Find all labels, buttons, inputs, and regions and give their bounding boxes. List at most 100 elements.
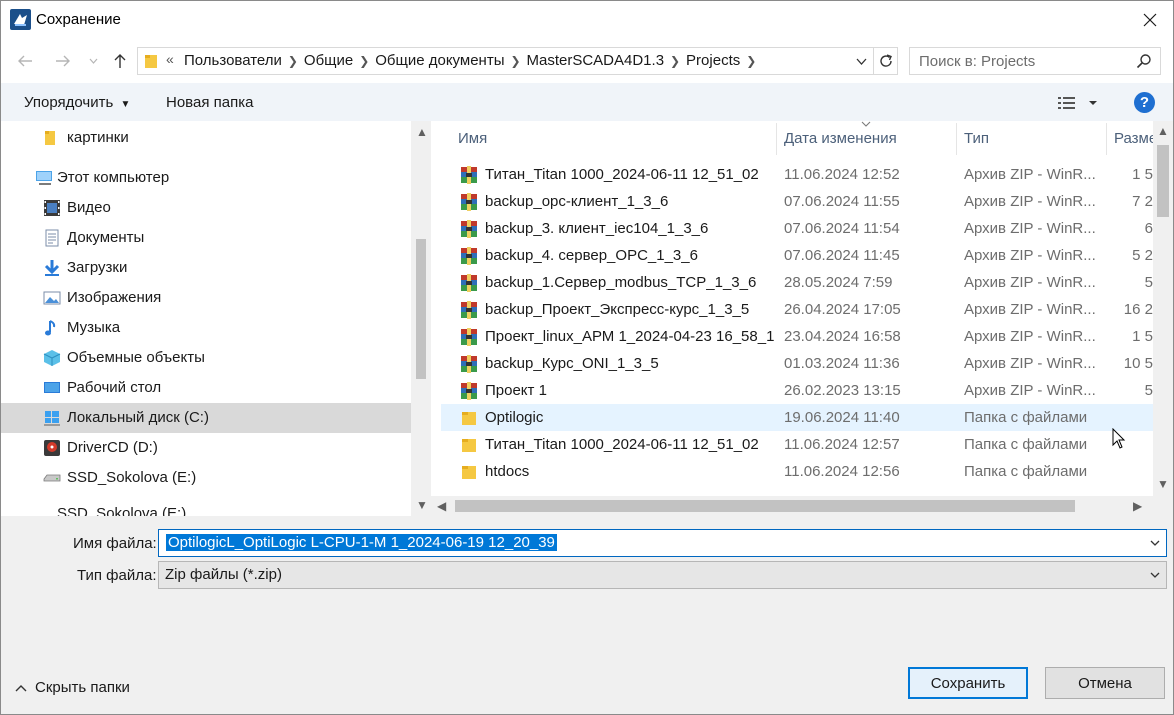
- file-name: backup_4. сервер_OPC_1_3_6: [485, 247, 698, 264]
- close-button[interactable]: [1127, 1, 1173, 39]
- address-overflow[interactable]: «: [166, 51, 174, 67]
- nav-item-3d-objects[interactable]: Объемные объекты: [1, 343, 411, 373]
- new-folder-button[interactable]: Новая папка: [166, 94, 253, 111]
- file-size: 1 5: [1132, 328, 1153, 345]
- hide-folders-toggle[interactable]: Скрыть папки: [15, 679, 130, 696]
- chevron-right-icon[interactable]: ❯: [504, 54, 526, 68]
- file-list-horizontal-scrollbar[interactable]: ◀ ▶: [431, 496, 1173, 516]
- file-row[interactable]: backup_1.Сервер_modbus_TCP_1_3_6 28.05.20…: [441, 269, 1153, 296]
- nav-item-music[interactable]: Музыка: [1, 313, 411, 343]
- file-row[interactable]: htdocs 11.06.2024 12:56 Папка с файлами: [441, 458, 1153, 485]
- filename-value[interactable]: OptilogicL_OptiLogic L-CPU-1-M 1_2024-06…: [166, 534, 557, 551]
- chevron-right-icon[interactable]: ❯: [664, 54, 686, 68]
- chevron-right-icon[interactable]: ❯: [353, 54, 375, 68]
- view-options-icon[interactable]: [1057, 95, 1101, 111]
- breadcrumb-public[interactable]: Общие: [304, 52, 353, 69]
- column-header-type[interactable]: Тип: [964, 121, 1104, 155]
- file-row[interactable]: backup_Курс_ONI_1_3_5 01.03.2024 11:36 Арх…: [441, 350, 1153, 377]
- file-type: Папка с файлами: [964, 463, 1088, 480]
- search-input[interactable]: Поиск в: Projects: [909, 47, 1161, 75]
- nav-label: SSD_Sokolova (E:): [57, 505, 187, 516]
- scroll-down-icon[interactable]: ▼: [1157, 477, 1169, 491]
- file-row[interactable]: backup_3. клиент_iec104_1_3_6 07.06.2024 …: [441, 215, 1153, 242]
- file-name: Титан_Titan 1000_2024-06-11 12_51_02: [485, 166, 759, 183]
- nav-item-desktop[interactable]: Рабочий стол: [1, 373, 411, 403]
- chevron-down-icon[interactable]: [1148, 568, 1162, 582]
- nav-item-documents[interactable]: Документы: [1, 223, 411, 253]
- file-row[interactable]: Optilogic 19.06.2024 11:40 Папка с файлами: [441, 404, 1153, 431]
- file-row[interactable]: Титан_Titan 1000_2024-06-11 12_51_02 11.0…: [441, 161, 1153, 188]
- file-type: Архив ZIP - WinR...: [964, 193, 1096, 210]
- nav-item-downloads[interactable]: Загрузки: [1, 253, 411, 283]
- column-divider[interactable]: [1106, 123, 1107, 155]
- file-row[interactable]: Проект_linux_АРМ 1_2024-04-23 16_58_17 23…: [441, 323, 1153, 350]
- file-date: 11.06.2024 12:56: [784, 463, 900, 480]
- scroll-up-icon[interactable]: ▲: [1157, 124, 1169, 138]
- file-size: 6: [1144, 220, 1153, 237]
- windows-drive-icon: [44, 411, 60, 426]
- column-label: Тип: [964, 129, 990, 147]
- file-row[interactable]: Проект 1 26.02.2023 13:15 Архив ZIP - WinR…: [441, 377, 1153, 404]
- column-divider[interactable]: [776, 123, 777, 155]
- nav-item-drivercd-d[interactable]: DriverCD (D:): [1, 433, 411, 463]
- chevron-right-icon[interactable]: ❯: [740, 54, 762, 68]
- column-header-name[interactable]: Имя: [458, 121, 776, 155]
- nav-label: картинки: [67, 129, 129, 146]
- filetype-select[interactable]: Zip файлы (*.zip): [158, 561, 1167, 589]
- scrollbar-thumb[interactable]: [1157, 145, 1169, 217]
- file-name: backup_орс-клиент_1_3_6: [485, 193, 669, 210]
- scroll-down-icon[interactable]: ▼: [416, 498, 428, 512]
- file-row[interactable]: backup_Проект_Экспресс-курс_1_3_5 26.04.2…: [441, 296, 1153, 323]
- nav-item-pictures[interactable]: Изображения: [1, 283, 411, 313]
- file-type: Папка с файлами: [964, 436, 1088, 453]
- arrow-left-icon: [18, 55, 32, 67]
- downloads-icon: [44, 260, 60, 276]
- save-button[interactable]: Сохранить: [908, 667, 1028, 699]
- column-header-size[interactable]: Разме: [1114, 121, 1154, 155]
- file-row[interactable]: backup_орс-клиент_1_3_6 07.06.2024 11:55 А…: [441, 188, 1153, 215]
- nav-item-this-pc[interactable]: Этот компьютер: [1, 163, 411, 193]
- file-size: 5: [1144, 382, 1153, 399]
- close-icon: [1143, 13, 1157, 27]
- search-placeholder: Поиск в: Projects: [919, 53, 1036, 70]
- chevron-down-icon: [856, 58, 866, 65]
- breadcrumb-projects[interactable]: Projects: [686, 52, 740, 69]
- help-button[interactable]: ?: [1134, 92, 1155, 113]
- address-bar[interactable]: « Пользователи ❯ Общие ❯ Общие документы…: [137, 47, 898, 75]
- file-list-vertical-scrollbar[interactable]: ▲ ▼: [1153, 121, 1173, 496]
- nav-item-local-disk-c[interactable]: Локальный диск (C:): [1, 403, 411, 433]
- column-divider[interactable]: [956, 123, 957, 155]
- nav-item-video[interactable]: Видео: [1, 193, 411, 223]
- breadcrumb-public-documents[interactable]: Общие документы: [375, 52, 504, 69]
- command-toolbar: Упорядочить ▼ Новая папка ?: [1, 83, 1173, 121]
- chevron-right-icon[interactable]: ❯: [282, 54, 304, 68]
- nav-label: Объемные объекты: [67, 349, 205, 366]
- nav-item-ssd-e[interactable]: SSD_Sokolova (E:): [1, 463, 411, 493]
- nav-item-ssd-e-network[interactable]: SSD_Sokolova (E:): [1, 501, 411, 516]
- arrow-up-icon: [114, 54, 126, 68]
- refresh-button[interactable]: [873, 48, 897, 74]
- scroll-right-icon[interactable]: ▶: [1133, 499, 1142, 513]
- nav-item-kartinki[interactable]: картинки: [1, 123, 411, 153]
- folder-icon: [145, 55, 157, 68]
- breadcrumb-users[interactable]: Пользователи: [184, 52, 282, 69]
- winrar-archive-icon: [461, 193, 477, 211]
- scroll-left-icon[interactable]: ◀: [437, 499, 446, 513]
- back-button[interactable]: [14, 50, 36, 72]
- breadcrumb-masterscada[interactable]: MasterSCADA4D1.3: [526, 52, 664, 69]
- chevron-down-icon[interactable]: [1148, 536, 1162, 550]
- scroll-up-icon[interactable]: ▲: [416, 125, 428, 139]
- search-icon[interactable]: [1136, 53, 1152, 69]
- scrollbar-thumb[interactable]: [416, 239, 426, 379]
- scrollbar-thumb[interactable]: [455, 500, 1075, 512]
- address-dropdown-button[interactable]: [850, 49, 872, 73]
- file-row[interactable]: backup_4. сервер_OPC_1_3_6 07.06.2024 11:…: [441, 242, 1153, 269]
- organize-button[interactable]: Упорядочить ▼: [24, 94, 130, 111]
- filename-input[interactable]: OptilogicL_OptiLogic L-CPU-1-M 1_2024-06…: [158, 529, 1167, 557]
- recent-locations-button[interactable]: [85, 50, 101, 72]
- file-row[interactable]: Титан_Titan 1000_2024-06-11 12_51_02 11.0…: [441, 431, 1153, 458]
- cancel-button[interactable]: Отмена: [1045, 667, 1165, 699]
- up-button[interactable]: [109, 50, 131, 72]
- forward-button[interactable]: [52, 50, 74, 72]
- nav-scrollbar[interactable]: ▲ ▼: [411, 121, 431, 516]
